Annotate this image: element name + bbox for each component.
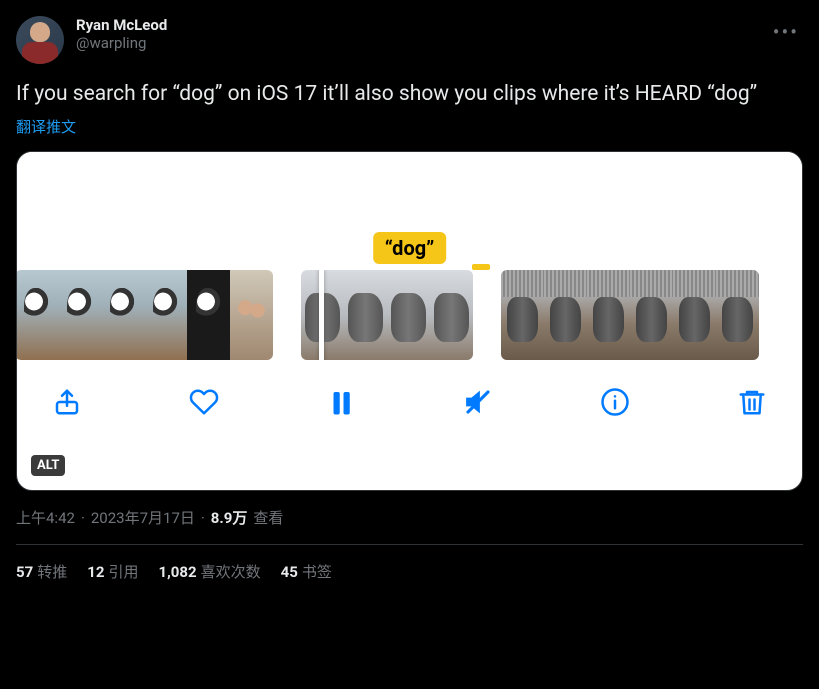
- playhead[interactable]: [319, 270, 324, 360]
- clip-group-1[interactable]: [16, 270, 273, 360]
- tweet-meta: 上午4:42 · 2023年7月17日 · 8.9万 查看: [16, 507, 803, 545]
- stat-label: 转推: [37, 563, 67, 581]
- tweet-header: Ryan McLeod @warpling •••: [16, 16, 803, 64]
- timeline-frame: [387, 270, 430, 360]
- user-handle[interactable]: @warpling: [76, 34, 757, 52]
- media-card[interactable]: “dog”: [16, 151, 803, 491]
- clip-group-2[interactable]: [301, 270, 473, 360]
- heart-icon[interactable]: [184, 382, 224, 422]
- caption-playhead-marker: [472, 264, 490, 270]
- timeline-frame: [673, 270, 716, 360]
- translate-link[interactable]: 翻译推文: [16, 116, 76, 137]
- user-info: Ryan McLeod @warpling: [76, 16, 757, 52]
- timeline-frame: [187, 270, 230, 360]
- tweet-text: If you search for “dog” on iOS 17 it’ll …: [16, 80, 803, 108]
- media-top: “dog”: [17, 152, 802, 270]
- meta-date[interactable]: 2023年7月17日: [91, 507, 195, 528]
- stat-count: 57: [16, 563, 33, 581]
- share-icon[interactable]: [47, 382, 87, 422]
- stat-label: 喜欢次数: [201, 563, 261, 581]
- timeline-frame: [144, 270, 187, 360]
- timeline-frame: [230, 270, 273, 360]
- trash-icon[interactable]: [732, 382, 772, 422]
- timeline-frame: [430, 270, 473, 360]
- clip-group-3[interactable]: [501, 270, 759, 360]
- meta-time[interactable]: 上午4:42: [16, 507, 75, 528]
- meta-views-label: 查看: [253, 507, 283, 528]
- stat-count: 12: [87, 563, 104, 581]
- caption-tag: “dog”: [373, 232, 447, 264]
- timeline-frame: [344, 270, 387, 360]
- timeline-frame: [587, 270, 630, 360]
- timeline-frame: [716, 270, 759, 360]
- media-controls: [17, 360, 802, 422]
- stat-count: 45: [281, 563, 298, 581]
- stat-label: 书签: [302, 563, 332, 581]
- stat-count: 1,082: [158, 563, 196, 581]
- avatar[interactable]: [16, 16, 64, 64]
- tweet-container: Ryan McLeod @warpling ••• If you search …: [0, 0, 819, 598]
- tweet-stats: 57转推 12引用 1,082 喜欢次数 45书签: [16, 545, 803, 598]
- pause-icon[interactable]: [321, 382, 361, 422]
- more-icon[interactable]: •••: [769, 16, 803, 48]
- mute-icon[interactable]: [458, 382, 498, 422]
- timeline-frame: [544, 270, 587, 360]
- timeline-frame: [16, 270, 58, 360]
- timeline-frame: [501, 270, 544, 360]
- timeline-frame: [58, 270, 101, 360]
- stat-bookmarks[interactable]: 45书签: [281, 561, 332, 582]
- stat-quotes[interactable]: 12引用: [87, 561, 138, 582]
- timeline-frame: [101, 270, 144, 360]
- video-timeline[interactable]: [16, 270, 803, 360]
- meta-sep: ·: [81, 509, 85, 527]
- stat-likes[interactable]: 1,082 喜欢次数: [158, 561, 260, 582]
- display-name[interactable]: Ryan McLeod: [76, 16, 757, 34]
- timeline-frame: [630, 270, 673, 360]
- meta-views-count[interactable]: 8.9万: [211, 507, 248, 528]
- meta-sep: ·: [201, 509, 205, 527]
- stat-retweets[interactable]: 57转推: [16, 561, 67, 582]
- info-icon[interactable]: [595, 382, 635, 422]
- alt-badge[interactable]: ALT: [31, 455, 65, 476]
- stat-label: 引用: [108, 563, 138, 581]
